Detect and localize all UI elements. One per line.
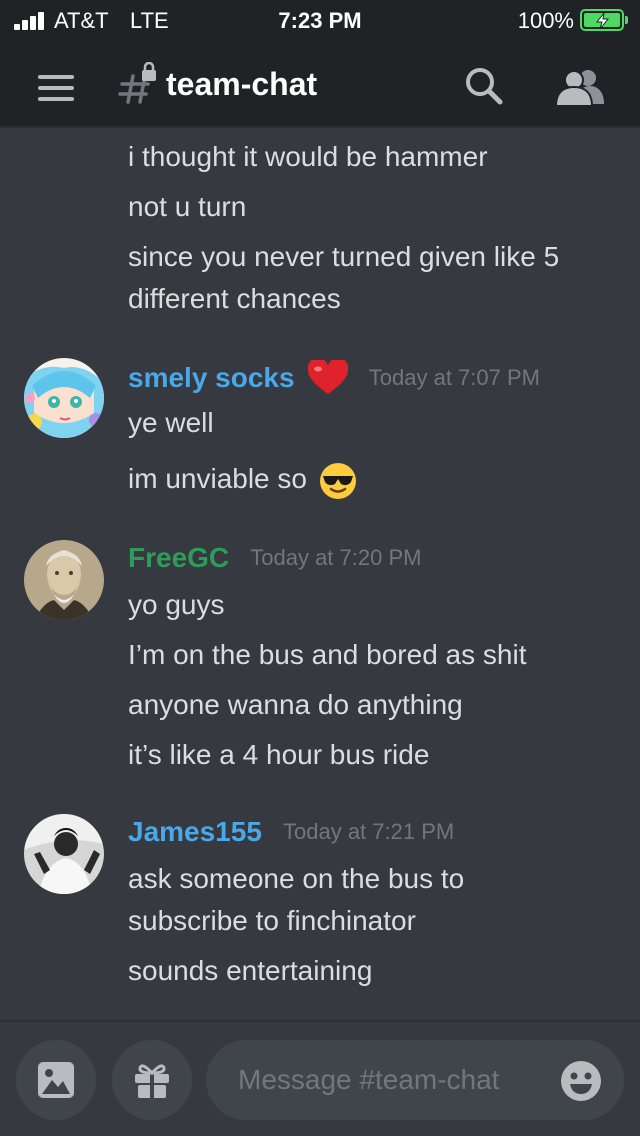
channel-header: team-chat xyxy=(0,40,640,128)
message-header: FreeGC Today at 7:20 PM xyxy=(128,542,421,586)
red-heart-icon xyxy=(307,360,348,394)
members-icon[interactable] xyxy=(554,66,606,110)
message-header: smely socks Today at 7:07 PM xyxy=(128,360,540,404)
message-composer xyxy=(0,1020,640,1136)
attach-image-button[interactable] xyxy=(16,1040,96,1120)
message-text: not u turn xyxy=(128,191,247,222)
message-text: subscribe to finchinator xyxy=(128,905,416,936)
channel-title: team-chat xyxy=(166,66,318,102)
message-timestamp: Today at 7:20 PM xyxy=(250,545,422,570)
avatar[interactable] xyxy=(24,540,104,620)
message-timestamp: Today at 7:07 PM xyxy=(368,365,540,390)
status-bar: AT&T LTE 7:23 PM 100% xyxy=(0,0,640,40)
gift-icon xyxy=(135,1064,169,1098)
message-header: James155 Today at 7:21 PM xyxy=(128,816,454,860)
message-text: since you never turned given like 5 xyxy=(128,241,560,272)
message-list[interactable]: i thought it would be hammer not u turn … xyxy=(0,130,640,1020)
author-name[interactable]: James155 xyxy=(128,816,262,848)
avatar[interactable] xyxy=(24,814,104,894)
message-line: im unviable so xyxy=(128,458,618,500)
message-text: I’m on the bus and bored as shit xyxy=(128,639,527,670)
message-text: ask someone on the bus to xyxy=(128,863,465,894)
chat-screen: AT&T LTE 7:23 PM 100% team-chat i though… xyxy=(0,0,640,1136)
message-timestamp: Today at 7:21 PM xyxy=(283,819,455,844)
search-icon[interactable] xyxy=(462,64,506,108)
image-icon xyxy=(38,1062,74,1098)
avatar[interactable] xyxy=(24,358,104,438)
message-text: ye well xyxy=(128,407,214,438)
menu-icon[interactable] xyxy=(38,75,74,101)
message-text: i thought it would be hammer xyxy=(128,141,488,172)
smiling-face-with-sunglasses-icon xyxy=(319,462,356,499)
battery-charging-icon xyxy=(580,9,628,31)
message-text: it’s like a 4 hour bus ride xyxy=(128,739,430,770)
message-text: sounds entertaining xyxy=(128,955,373,986)
author-name[interactable]: FreeGC xyxy=(128,542,229,574)
battery-percentage: 100% xyxy=(517,8,574,33)
author-name[interactable]: smely socks xyxy=(128,362,295,394)
message-text: anyone wanna do anything xyxy=(128,689,463,720)
message-text: yo guys xyxy=(128,589,225,620)
emoji-icon[interactable] xyxy=(560,1060,602,1102)
message-text: im unviable so xyxy=(128,463,307,494)
locked-channel-hash-icon xyxy=(118,62,156,104)
message-text: different chances xyxy=(128,283,341,314)
gift-button[interactable] xyxy=(112,1040,192,1120)
